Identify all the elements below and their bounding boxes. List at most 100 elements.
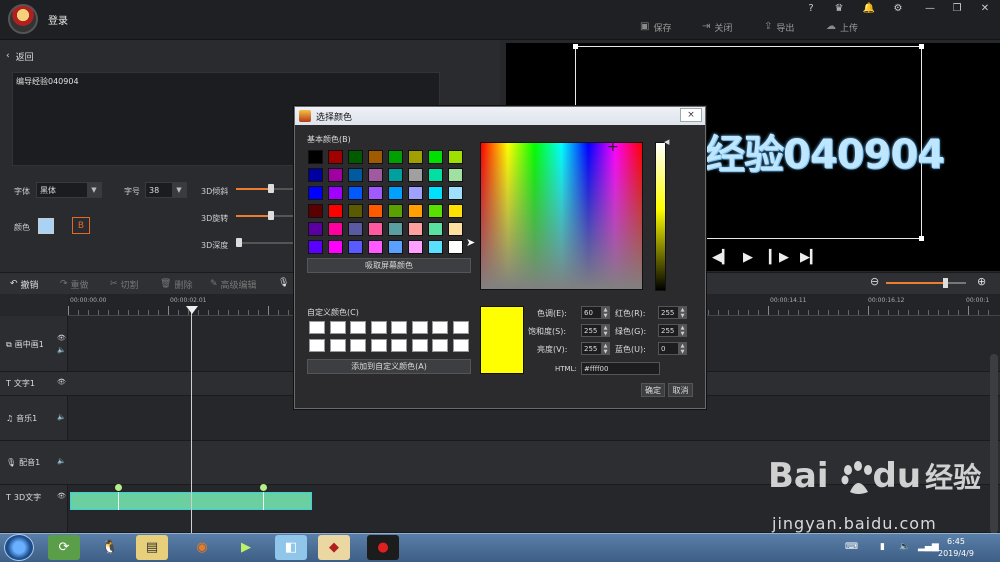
advanced-edit-button[interactable]: ✎ 高级编辑 [210, 278, 257, 292]
dialog-title-bar[interactable]: 选择颜色 [295, 107, 705, 125]
eye-icon[interactable]: 👁 [57, 492, 66, 500]
export-button[interactable]: ⇪ 导出 [764, 20, 794, 34]
resize-handle[interactable] [919, 236, 924, 241]
basic-color-swatch[interactable] [428, 168, 443, 182]
basic-color-swatch[interactable] [348, 222, 363, 236]
custom-color-slot[interactable] [329, 321, 346, 334]
prev-frame-icon[interactable]: ◀▎ [712, 250, 732, 265]
basic-color-swatch[interactable] [348, 204, 363, 218]
record-icon[interactable]: ● [367, 535, 399, 560]
basic-color-swatch[interactable] [348, 240, 363, 254]
basic-color-swatch[interactable] [348, 168, 363, 182]
basic-color-swatch[interactable] [448, 204, 463, 218]
video-player-icon[interactable]: ▶ [230, 535, 262, 560]
basic-color-swatch[interactable] [408, 222, 423, 236]
eye-icon[interactable]: 👁 [57, 334, 66, 342]
ok-button[interactable]: 确定 [641, 383, 665, 397]
custom-color-slot[interactable] [452, 321, 469, 334]
basic-color-swatch[interactable] [308, 150, 323, 164]
resize-handle[interactable] [919, 44, 924, 49]
cancel-button[interactable]: 取消 [668, 383, 693, 397]
basic-color-swatch[interactable] [448, 222, 463, 236]
custom-color-slot[interactable] [411, 321, 428, 334]
custom-color-slot[interactable] [452, 339, 469, 352]
hue-saturation-spectrum[interactable] [480, 142, 643, 290]
basic-color-swatch[interactable] [408, 204, 423, 218]
volume-tray-icon[interactable]: 🔈 [899, 542, 910, 552]
text-color-swatch[interactable] [38, 218, 54, 234]
keyframe-dot[interactable] [115, 484, 122, 491]
font-select[interactable]: 黑体 ▼ [36, 182, 102, 198]
lum-spinner[interactable]: ▲ ▼ [601, 342, 610, 355]
basic-color-swatch[interactable] [388, 168, 403, 182]
zoom-in-icon[interactable]: ⊕ [977, 275, 986, 288]
custom-color-slot[interactable] [309, 321, 325, 334]
basic-color-swatch[interactable] [408, 240, 423, 254]
custom-color-slot[interactable] [391, 339, 407, 352]
basic-color-swatch[interactable] [328, 150, 343, 164]
upload-button[interactable]: ☁ 上传 [826, 20, 858, 34]
dialog-close-button[interactable]: × [680, 108, 702, 122]
tilt-slider-knob[interactable] [267, 184, 274, 193]
volume-icon[interactable]: 🔈 [57, 413, 66, 421]
playhead[interactable] [191, 306, 192, 536]
play-icon[interactable]: ▶ [743, 250, 753, 265]
custom-color-slot[interactable] [391, 321, 407, 334]
volume-icon[interactable]: 🔈 [57, 457, 66, 465]
back-button[interactable]: ‹ 返回 [6, 50, 34, 64]
basic-color-swatch[interactable] [408, 186, 423, 200]
basic-color-swatch[interactable] [368, 204, 383, 218]
system-clock[interactable]: 6:45 2019/4/9 [938, 536, 974, 560]
basic-color-swatch[interactable] [368, 186, 383, 200]
basic-color-swatch[interactable] [408, 168, 423, 182]
battery-icon[interactable]: ▮ [880, 542, 885, 552]
basic-color-swatch[interactable] [448, 168, 463, 182]
basic-color-swatch[interactable] [328, 186, 343, 200]
basic-color-swatch[interactable] [328, 204, 343, 218]
close-icon[interactable]: ✕ [976, 3, 994, 17]
custom-color-slot[interactable] [370, 339, 387, 352]
add-custom-color-button[interactable]: 添加到自定义颜色(A) [307, 359, 471, 374]
basic-color-swatch[interactable] [328, 240, 343, 254]
basic-color-swatch[interactable] [348, 186, 363, 200]
basic-color-swatch[interactable] [388, 150, 403, 164]
help-icon[interactable]: ? [802, 3, 820, 17]
redo-button[interactable]: ↷ 重做 [60, 278, 89, 292]
basic-color-swatch[interactable] [448, 150, 463, 164]
undo-button[interactable]: ↶ 撤销 [10, 278, 39, 292]
basic-color-swatch[interactable] [408, 150, 423, 164]
minimize-icon[interactable]: — [921, 3, 939, 17]
custom-color-slot[interactable] [329, 339, 346, 352]
depth-slider-track[interactable] [236, 242, 294, 244]
qq-icon[interactable]: 🐧 [94, 535, 126, 560]
start-button[interactable] [4, 534, 34, 561]
basic-color-swatch[interactable] [448, 186, 463, 200]
custom-color-slot[interactable] [370, 321, 387, 334]
basic-color-swatch[interactable] [368, 168, 383, 182]
basic-color-swatch[interactable] [368, 222, 383, 236]
preview-3d-text[interactable]: 经验040904 [705, 122, 945, 180]
network-icon[interactable]: ▂▄▆ [918, 542, 939, 552]
basic-color-swatch[interactable] [428, 240, 443, 254]
eye-icon[interactable]: 👁 [57, 378, 66, 386]
login-link[interactable]: 登录 [48, 12, 68, 27]
basic-color-swatch[interactable] [328, 168, 343, 182]
resize-handle[interactable] [573, 44, 578, 49]
basic-color-swatch[interactable] [308, 168, 323, 182]
green-spinner[interactable]: ▲ ▼ [678, 324, 687, 337]
delete-button[interactable]: 🗑 删除 [160, 278, 192, 292]
timeline-scrollbar[interactable] [990, 354, 998, 534]
cut-button[interactable]: ✂ 切割 [110, 278, 139, 292]
keyboard-icon[interactable]: ⌨ [845, 542, 858, 552]
zoom-out-icon[interactable]: ⊖ [870, 275, 879, 288]
basic-color-swatch[interactable] [388, 204, 403, 218]
size-select[interactable]: 38 ▼ [145, 182, 187, 198]
skip-end-icon[interactable]: ▶▎ [800, 250, 820, 265]
basic-color-swatch[interactable] [388, 186, 403, 200]
playhead-handle[interactable] [186, 306, 198, 314]
basic-color-swatch[interactable] [368, 240, 383, 254]
custom-color-slot[interactable] [350, 321, 366, 334]
basic-color-swatch[interactable] [308, 240, 323, 254]
custom-color-slot[interactable] [432, 339, 448, 352]
basic-color-swatch[interactable] [428, 222, 443, 236]
